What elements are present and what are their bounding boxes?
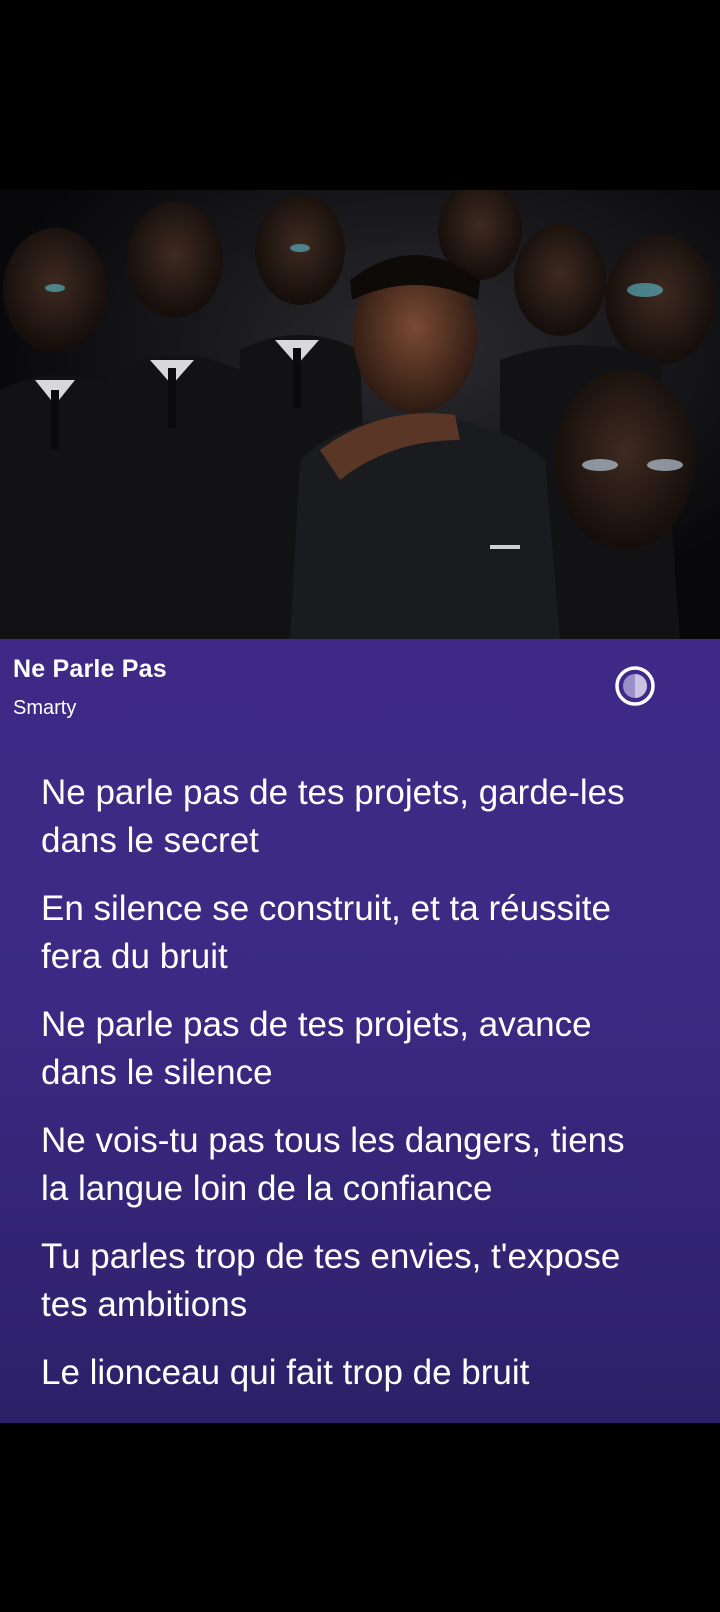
video-thumbnail bbox=[0, 190, 720, 639]
lyric-line: Ne parle pas de tes projets, garde-les d… bbox=[41, 769, 720, 865]
lyric-text: Le lionceau qui fait trop de bruit bbox=[41, 1353, 530, 1392]
song-title: Ne Parle Pas bbox=[13, 655, 167, 683]
lyric-text: Ne vois-tu pas tous les dangers, tiens bbox=[41, 1121, 625, 1160]
lyric-line: Ne vois-tu pas tous les dangers, tiens l… bbox=[41, 1117, 720, 1213]
lyric-line: En silence se construit, et ta réussite … bbox=[41, 885, 720, 981]
lyric-line: Ne parle pas de tes projets, avance dans… bbox=[41, 1001, 720, 1097]
lyric-text: fera du bruit bbox=[41, 937, 228, 976]
lyric-text: Tu parles trop de tes envies, t'expose bbox=[41, 1237, 621, 1276]
lyric-text: En silence se construit, et ta réussite bbox=[41, 889, 611, 928]
lyric-text: la langue loin de la confiance bbox=[41, 1169, 493, 1208]
lyrics-list: Ne parle pas de tes projets, garde-les d… bbox=[41, 769, 720, 1417]
lyric-text: dans le silence bbox=[41, 1053, 273, 1092]
navigation-bar-area bbox=[0, 1423, 720, 1612]
status-bar-area bbox=[0, 0, 720, 190]
lyric-text: dans le secret bbox=[41, 821, 259, 860]
contrast-icon[interactable] bbox=[613, 664, 657, 708]
lyric-text: Ne parle pas de tes projets, garde-les bbox=[41, 773, 625, 812]
lyric-text: Ne parle pas de tes projets, avance bbox=[41, 1005, 592, 1044]
music-video-frame[interactable] bbox=[0, 190, 720, 639]
lyrics-panel[interactable]: Ne Parle Pas Smarty Ne parle pas de tes … bbox=[0, 639, 720, 1423]
lyric-line: Tu parles trop de tes envies, t'expose t… bbox=[41, 1233, 720, 1329]
lyric-text: tes ambitions bbox=[41, 1285, 248, 1324]
artist-name: Smarty bbox=[13, 697, 77, 719]
lyric-line: Le lionceau qui fait trop de bruit bbox=[41, 1349, 720, 1397]
